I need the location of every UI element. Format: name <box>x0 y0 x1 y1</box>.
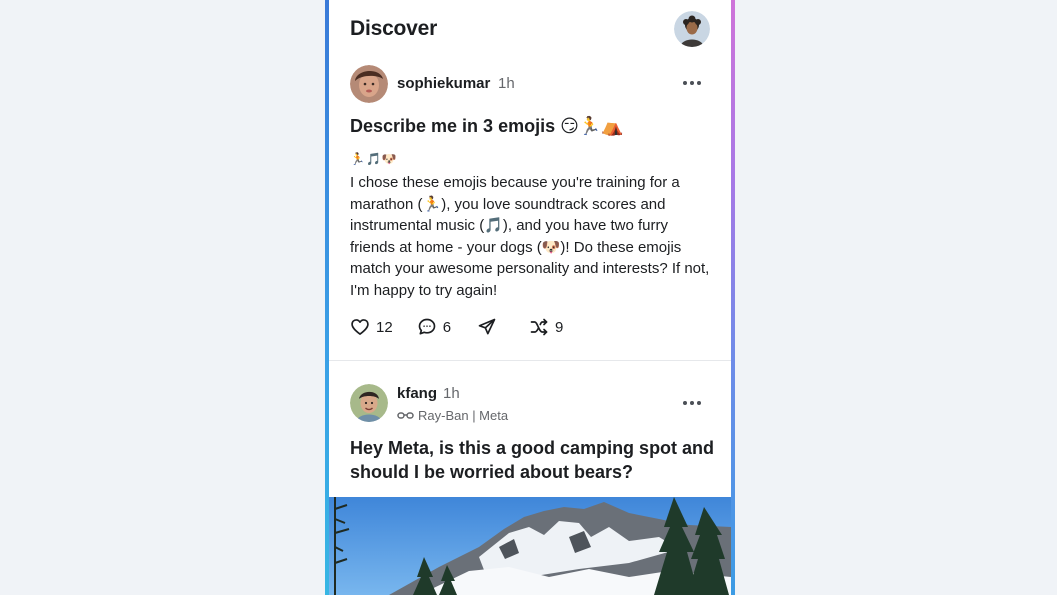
post-image[interactable] <box>329 497 731 595</box>
post-time: 1h <box>498 75 515 92</box>
like-button[interactable]: 12 <box>350 317 393 337</box>
send-icon <box>478 318 496 335</box>
comment-count: 6 <box>442 318 452 336</box>
post-card: sophiekumar 1h Describe me in 3 emojis 😏… <box>329 60 731 360</box>
avatar[interactable] <box>350 65 388 103</box>
post-body: I chose these emojis because you're trai… <box>350 174 710 299</box>
discover-screen: Discover sophiekumar 1h Describe me in 3… <box>329 0 731 595</box>
page-title: Discover <box>350 17 438 40</box>
post-title: Hey Meta, is this a good camping spot an… <box>350 438 715 482</box>
remix-button[interactable]: 9 <box>529 317 563 337</box>
avatar[interactable] <box>350 384 388 422</box>
heart-icon <box>351 319 369 335</box>
post-card: kfang 1h Ray-Ban | Meta Hey Meta, is thi… <box>329 361 731 595</box>
header: Discover <box>329 0 731 60</box>
profile-avatar[interactable] <box>674 11 710 47</box>
device-label: Ray-Ban | Meta <box>397 408 508 423</box>
shuffle-icon <box>530 318 548 336</box>
like-count: 12 <box>376 318 393 336</box>
comment-button[interactable]: 6 <box>417 317 451 337</box>
post-title: Describe me in 3 emojis 😏🏃⛺ <box>350 116 624 136</box>
device-name: Ray-Ban | Meta <box>418 408 509 423</box>
glasses-icon <box>397 411 414 419</box>
emoji-line: 🏃🎵🐶 <box>350 152 398 166</box>
post-actions: 12 6 9 <box>350 316 563 338</box>
more-options-icon[interactable] <box>680 395 704 411</box>
more-options-icon[interactable] <box>680 75 704 91</box>
phone-frame: Discover sophiekumar 1h Describe me in 3… <box>325 0 735 595</box>
post-time: 1h <box>443 385 460 402</box>
post-username[interactable]: kfang <box>397 385 437 402</box>
post-username[interactable]: sophiekumar <box>397 75 490 92</box>
comment-icon <box>418 318 436 335</box>
remix-count: 9 <box>555 318 564 336</box>
share-button[interactable] <box>477 317 497 337</box>
